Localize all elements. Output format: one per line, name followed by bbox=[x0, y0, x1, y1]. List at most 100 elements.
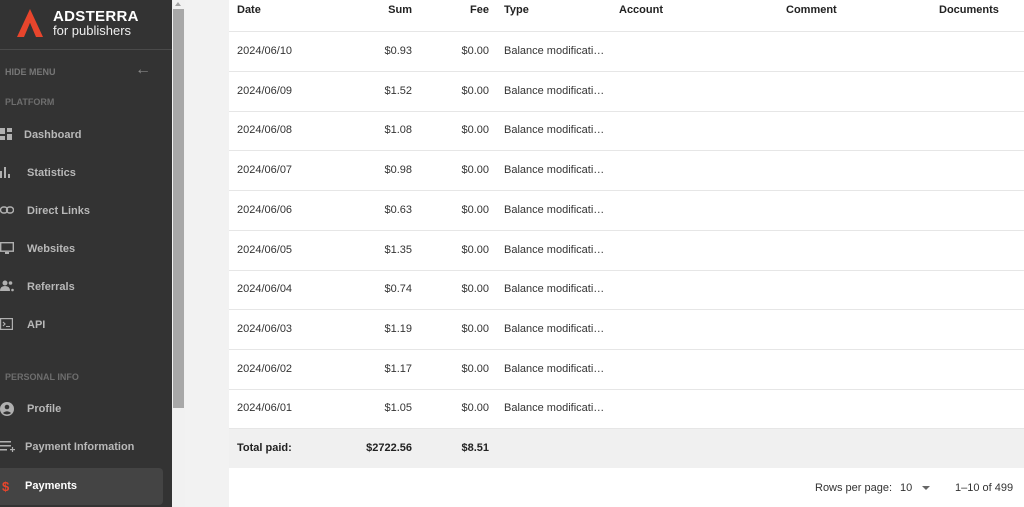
cell-sum: $1.35 bbox=[384, 243, 412, 256]
cell-sum: $0.98 bbox=[384, 164, 412, 177]
total-sum: $2722.56 bbox=[366, 442, 412, 454]
section-title-personal-info: PERSONAL INFO bbox=[5, 372, 79, 382]
sidebar-item-referrals[interactable]: Referrals bbox=[0, 269, 163, 306]
table-row[interactable]: 2024/06/04 $0.74 $0.00 Balance modificati… bbox=[229, 270, 1024, 311]
cell-sum: $1.19 bbox=[384, 322, 412, 335]
cell-type: Balance modificati… bbox=[504, 203, 605, 216]
cell-fee: $0.00 bbox=[461, 283, 489, 296]
section-title-platform: PLATFORM bbox=[5, 97, 55, 107]
table-row[interactable]: 2024/06/07 $0.98 $0.00 Balance modificati… bbox=[229, 151, 1024, 192]
sidebar-scrollbar[interactable] bbox=[172, 0, 185, 507]
cell-type: Balance modificati… bbox=[504, 402, 605, 415]
sidebar-item-label: Direct Links bbox=[27, 205, 90, 217]
cell-date: 2024/06/06 bbox=[237, 203, 293, 216]
cell-type: Balance modificati… bbox=[504, 84, 605, 97]
cell-fee: $0.00 bbox=[461, 124, 489, 137]
cell-date: 2024/06/05 bbox=[237, 243, 293, 256]
dashboard-icon bbox=[0, 128, 16, 144]
cell-type: Balance modificati… bbox=[504, 283, 605, 296]
sidebar: ADSTERRA for publishers HIDE MENU ← PLAT… bbox=[0, 0, 172, 507]
cell-fee: $0.00 bbox=[461, 84, 489, 97]
cell-fee: $0.00 bbox=[461, 203, 489, 216]
total-row: Total paid: $2722.56 $8.51 bbox=[229, 429, 1024, 468]
cell-type: Balance modificati… bbox=[504, 124, 605, 137]
payment-add-icon bbox=[0, 440, 16, 456]
sidebar-item-statistics[interactable]: Statistics bbox=[0, 155, 163, 192]
table-row[interactable]: 2024/06/01 $1.05 $0.00 Balance modificati… bbox=[229, 389, 1024, 430]
rows-per-page-value: 10 bbox=[900, 482, 913, 494]
column-header-date[interactable]: Date bbox=[237, 4, 261, 16]
cell-date: 2024/06/04 bbox=[237, 283, 293, 296]
table-row[interactable]: 2024/06/02 $1.17 $0.00 Balance modificati… bbox=[229, 350, 1024, 390]
column-header-sum[interactable]: Sum bbox=[388, 4, 412, 16]
sidebar-item-payments[interactable]: $ Payments bbox=[0, 468, 163, 505]
scroll-up-arrow-icon[interactable] bbox=[175, 2, 181, 6]
sidebar-item-label: Statistics bbox=[27, 167, 76, 179]
account-circle-icon bbox=[0, 402, 16, 418]
table-row[interactable]: 2024/06/09 $1.52 $0.00 Balance modificati… bbox=[229, 72, 1024, 112]
column-header-account[interactable]: Account bbox=[619, 4, 663, 16]
cell-fee: $0.00 bbox=[461, 402, 489, 415]
sidebar-item-websites[interactable]: Websites bbox=[0, 231, 163, 268]
cell-sum: $1.17 bbox=[384, 362, 412, 375]
brand-subtitle: for publishers bbox=[53, 23, 132, 38]
pagination-range: 1–10 of 499 bbox=[955, 482, 1014, 494]
sidebar-item-direct-links[interactable]: Direct Links bbox=[0, 193, 163, 230]
cell-fee: $0.00 bbox=[461, 45, 489, 57]
terminal-icon bbox=[0, 318, 16, 334]
cell-type: Balance modificati… bbox=[504, 322, 605, 335]
cell-type: Balance modificati… bbox=[504, 45, 605, 57]
total-label: Total paid: bbox=[237, 442, 292, 454]
table-row[interactable]: 2024/06/06 $0.63 $0.00 Balance modificati… bbox=[229, 191, 1024, 231]
cell-type: Balance modificati… bbox=[504, 243, 605, 256]
sidebar-item-profile[interactable]: Profile bbox=[0, 391, 163, 428]
cell-date: 2024/06/10 bbox=[237, 45, 293, 57]
table-row[interactable]: 2024/06/05 $1.35 $0.00 Balance modificati… bbox=[229, 231, 1024, 271]
monitor-icon bbox=[0, 241, 16, 258]
sidebar-item-label: Payment Information bbox=[25, 441, 135, 453]
cell-sum: $1.52 bbox=[384, 84, 412, 97]
column-header-fee[interactable]: Fee bbox=[470, 4, 489, 16]
cell-fee: $0.00 bbox=[461, 164, 489, 177]
cell-type: Balance modificati… bbox=[504, 164, 605, 177]
sidebar-item-dashboard[interactable]: Dashboard bbox=[0, 117, 163, 154]
sidebar-item-api[interactable]: API bbox=[0, 307, 163, 344]
cell-sum: $0.93 bbox=[384, 45, 412, 57]
sidebar-item-label: Referrals bbox=[27, 281, 75, 293]
link-icon bbox=[0, 204, 16, 220]
sidebar-item-payment-information[interactable]: Payment Information bbox=[0, 429, 163, 466]
column-header-comment[interactable]: Comment bbox=[786, 4, 837, 16]
cell-sum: $0.63 bbox=[384, 203, 412, 216]
sidebar-item-label: Dashboard bbox=[24, 129, 82, 141]
scrollbar-thumb[interactable] bbox=[173, 9, 184, 408]
table-header: Date Sum Fee Type Account Comment Docume… bbox=[229, 0, 1024, 32]
column-header-type[interactable]: Type bbox=[504, 4, 529, 16]
cell-sum: $1.05 bbox=[384, 402, 412, 415]
sidebar-item-label: Payments bbox=[25, 480, 77, 492]
cell-fee: $0.00 bbox=[461, 362, 489, 375]
table-row[interactable]: 2024/06/03 $1.19 $0.00 Balance modificati… bbox=[229, 310, 1024, 350]
payments-table-panel: Date Sum Fee Type Account Comment Docume… bbox=[229, 0, 1024, 507]
cell-date: 2024/06/09 bbox=[237, 84, 293, 97]
total-fee: $8.51 bbox=[461, 442, 489, 454]
sidebar-item-label: Profile bbox=[27, 403, 62, 415]
table-row[interactable]: 2024/06/08 $1.08 $0.00 Balance modificati… bbox=[229, 111, 1024, 152]
rows-per-page-label: Rows per page: bbox=[815, 482, 893, 494]
cell-date: 2024/06/07 bbox=[237, 164, 293, 177]
bar-chart-icon bbox=[0, 166, 16, 182]
sidebar-item-label: API bbox=[27, 319, 46, 331]
cell-date: 2024/06/08 bbox=[237, 124, 293, 137]
caret-down-icon bbox=[922, 486, 931, 491]
cell-date: 2024/06/02 bbox=[237, 362, 293, 375]
logo[interactable]: ADSTERRA for publishers bbox=[0, 0, 172, 50]
adsterra-logo-icon bbox=[17, 9, 43, 37]
column-header-documents[interactable]: Documents bbox=[939, 4, 999, 16]
cell-fee: $0.00 bbox=[461, 322, 489, 335]
hide-menu-label: HIDE MENU bbox=[5, 67, 56, 77]
cell-date: 2024/06/03 bbox=[237, 322, 293, 335]
cell-fee: $0.00 bbox=[461, 243, 489, 256]
dollar-icon: $ bbox=[2, 479, 10, 494]
rows-per-page-select[interactable]: 10 bbox=[900, 482, 931, 494]
table-row[interactable]: 2024/06/10 $0.93 $0.00 Balance modificati… bbox=[229, 32, 1024, 72]
hide-menu-button[interactable]: HIDE MENU ← bbox=[5, 61, 155, 80]
